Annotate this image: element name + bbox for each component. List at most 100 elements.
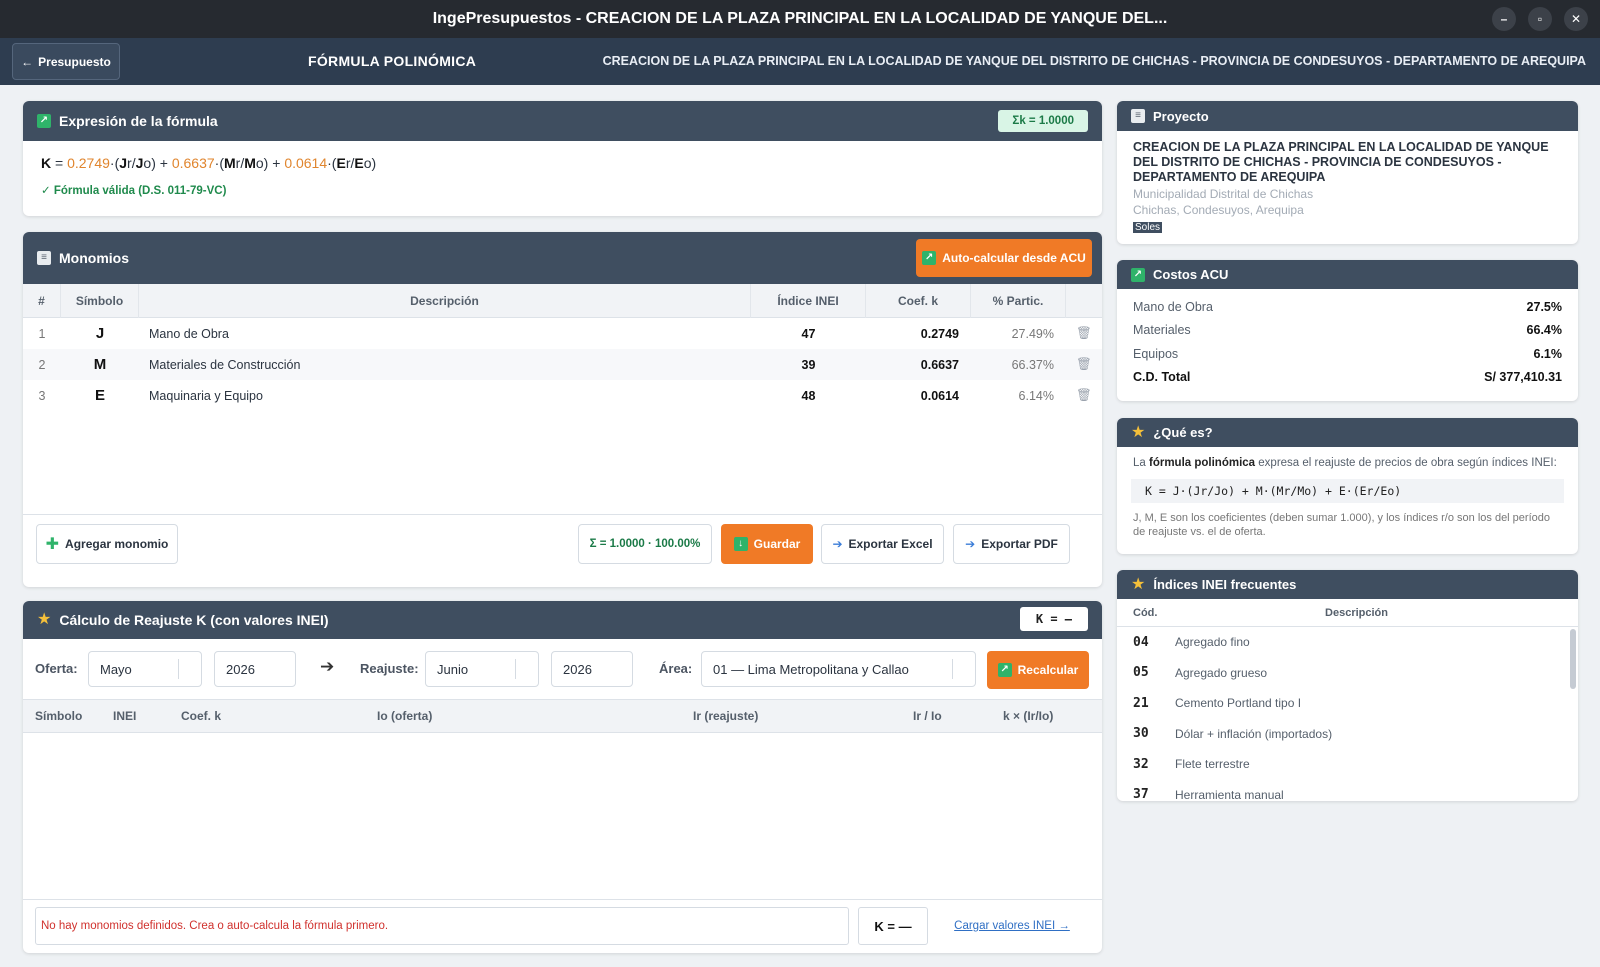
- row-pct: 27.49%: [1011, 326, 1054, 341]
- header-project-name: CREACION DE LA PLAZA PRINCIPAL EN LA LOC…: [602, 54, 1586, 68]
- formula-card: ↗ Expresión de la fórmula Σk = 1.0000 K …: [23, 101, 1102, 216]
- export-excel-button[interactable]: ➔ Exportar Excel: [821, 524, 944, 564]
- indices-table-header: Cód. Descripción: [1117, 599, 1578, 627]
- currency-badge: Soles: [1133, 222, 1163, 233]
- formula-valid-status: ✓ Fórmula válida (D.S. 011-79-VC): [23, 171, 1102, 197]
- row-symbol: J: [95, 325, 105, 342]
- back-to-presupuesto-button[interactable]: ← Presupuesto: [12, 43, 120, 80]
- add-monomio-button[interactable]: ✚ Agregar monomio: [36, 524, 178, 564]
- list-item[interactable]: 05 Agregado grueso: [1117, 658, 1578, 689]
- chart-icon: ↗: [922, 251, 937, 265]
- about-card-title: ¿Qué es?: [1153, 425, 1213, 440]
- window-title: IngePresupuestos - CREACION DE LA PLAZA …: [432, 10, 1168, 27]
- formula-coef-j: 0.2749: [67, 155, 110, 171]
- reajuste-year-input[interactable]: 2026: [551, 651, 633, 687]
- row-pct: 6.14%: [1018, 388, 1054, 403]
- chart-icon: ↗: [37, 114, 51, 128]
- reajuste-month-select[interactable]: Junio: [425, 651, 539, 687]
- row-pct: 66.37%: [1011, 357, 1054, 372]
- costs-card: ↗ Costos ACU Mano de Obra 27.5% Materiale…: [1117, 260, 1578, 401]
- save-button[interactable]: ↓ Guardar: [721, 524, 813, 564]
- list-item[interactable]: 30 Dólar + inflación (importados): [1117, 719, 1578, 750]
- col-number: #: [23, 283, 61, 318]
- project-card-header: ≡ Proyecto: [1117, 101, 1578, 131]
- row-symbol: E: [94, 387, 105, 404]
- plus-icon: ✚: [45, 536, 60, 553]
- indices-card-title: Índices INEI frecuentes: [1153, 577, 1297, 592]
- indices-list[interactable]: 04 Agregado fino 05 Agregado grueso 21 Ceme…: [1117, 627, 1578, 801]
- save-icon: ↓: [733, 537, 748, 551]
- arrow-right-icon: ➔: [320, 657, 335, 676]
- error-message: No hay monomios definidos. Crea o auto-c…: [35, 907, 849, 945]
- formula-expression: K = 0.2749·(Jr/Jo) + 0.6637·(Mr/Mo) + 0.…: [41, 155, 377, 171]
- formula-coef-m: 0.6637: [171, 155, 215, 171]
- add-monomio-label: Agregar monomio: [65, 537, 169, 551]
- project-card-title: Proyecto: [1153, 108, 1209, 124]
- oferta-year-input[interactable]: 2026: [214, 651, 296, 687]
- chart-icon: ↗: [997, 663, 1012, 677]
- row-description: Materiales de Construcción: [149, 357, 301, 372]
- row-coef: 0.6637: [920, 357, 959, 372]
- export-excel-label: Exportar Excel: [848, 537, 933, 551]
- row-coef: 0.2749: [920, 326, 959, 341]
- trash-icon[interactable]: 🗑: [1066, 357, 1102, 372]
- project-entity: Municipalidad Distrital de Chichas: [1133, 187, 1314, 201]
- col-symbol: Símbolo: [61, 283, 139, 318]
- col-description: Descripción: [139, 283, 751, 318]
- table-row[interactable]: 1 J Mano de Obra 47 0.2749 27.49% 🗑: [23, 318, 1102, 349]
- row-description: Maquinaria y Equipo: [149, 388, 263, 403]
- list-item[interactable]: 21 Cemento Portland tipo I: [1117, 688, 1578, 719]
- auto-calculate-acu-button[interactable]: ↗ Auto-calcular desde ACU: [916, 239, 1092, 277]
- col-product: k × (Ir/Io): [1003, 709, 1054, 723]
- list-item[interactable]: 32 Flete terrestre: [1117, 749, 1578, 780]
- about-text: La fórmula polinómica expresa el reajust…: [1133, 457, 1557, 469]
- about-card: ★ ¿Qué es? La fórmula polinómica expresa…: [1117, 418, 1578, 554]
- maximize-icon[interactable]: ▫: [1528, 7, 1552, 31]
- check-icon: ✓: [41, 185, 51, 197]
- area-label: Área:: [659, 661, 693, 676]
- row-inei: 48: [801, 388, 816, 403]
- table-row[interactable]: 2 M Materiales de Construcción 39 0.6637…: [23, 349, 1102, 380]
- monomios-table-header: # Símbolo Descripción Índice INEI Coef. …: [23, 283, 1102, 318]
- app-header: ← Presupuesto FÓRMULA POLINÓMICA CREACIO…: [0, 38, 1600, 85]
- sum-k-badge: Σk = 1.0000: [998, 110, 1088, 132]
- row-symbol: M: [93, 356, 107, 373]
- close-icon[interactable]: ✕: [1564, 7, 1588, 31]
- document-icon: ≡: [37, 251, 51, 265]
- trash-icon[interactable]: 🗑: [1066, 326, 1102, 341]
- export-icon: ➔: [832, 537, 843, 551]
- recalculate-label: Recalcular: [1017, 663, 1079, 677]
- window-titlebar: IngePresupuestos - CREACION DE LA PLAZA …: [0, 0, 1600, 38]
- export-pdf-button[interactable]: ➔ Exportar PDF: [953, 524, 1070, 564]
- oferta-month-select[interactable]: Mayo: [88, 651, 202, 687]
- project-name: CREACION DE LA PLAZA PRINCIPAL EN LA LOC…: [1133, 140, 1549, 184]
- formula-valid-text: Fórmula válida (D.S. 011-79-VC): [53, 185, 227, 197]
- recalculate-button[interactable]: ↗ Recalcular: [987, 651, 1089, 689]
- k-result: K = —: [858, 907, 928, 945]
- load-inei-link[interactable]: Cargar valores INEI →: [936, 907, 1088, 945]
- sum-status: Σ = 1.0000 · 100.00%: [578, 524, 712, 564]
- scrollbar[interactable]: [1570, 629, 1576, 689]
- list-item[interactable]: 04 Agregado fino: [1117, 627, 1578, 658]
- col-coef: Coef. k: [181, 709, 222, 723]
- table-row[interactable]: 3 E Maquinaria y Equipo 48 0.0614 6.14% …: [23, 380, 1102, 411]
- formula-coef-e: 0.0614: [284, 155, 328, 171]
- export-pdf-label: Exportar PDF: [981, 537, 1058, 551]
- minimize-icon[interactable]: –: [1492, 7, 1516, 31]
- project-location: Chichas, Condesuyos, Arequipa: [1133, 203, 1304, 217]
- formula-code: K = J·(Jr/Jo) + M·(Mr/Mo) + E·(Er/Eo): [1131, 479, 1564, 503]
- reajuste-label: Reajuste:: [360, 661, 419, 676]
- row-inei: 47: [801, 326, 816, 341]
- trash-icon[interactable]: 🗑: [1066, 388, 1102, 403]
- star-icon: ★: [1131, 423, 1146, 441]
- list-item[interactable]: 37 Herramienta manual: [1117, 780, 1578, 801]
- indices-card: ★ Índices INEI frecuentes Cód. Descripci…: [1117, 570, 1578, 801]
- formula-card-title: Expresión de la fórmula: [59, 113, 218, 129]
- reajuste-card-header: ★ Cálculo de Reajuste K (con valores INE…: [23, 601, 1102, 639]
- k-result-badge: K = –: [1019, 607, 1088, 631]
- costs-card-header: ↗ Costos ACU: [1117, 260, 1578, 289]
- auto-calculate-label: Auto-calcular desde ACU: [942, 251, 1086, 265]
- export-icon: ➔: [965, 537, 976, 551]
- area-select[interactable]: 01 — Lima Metropolitana y Callao: [701, 651, 976, 687]
- row-coef: 0.0614: [920, 388, 959, 403]
